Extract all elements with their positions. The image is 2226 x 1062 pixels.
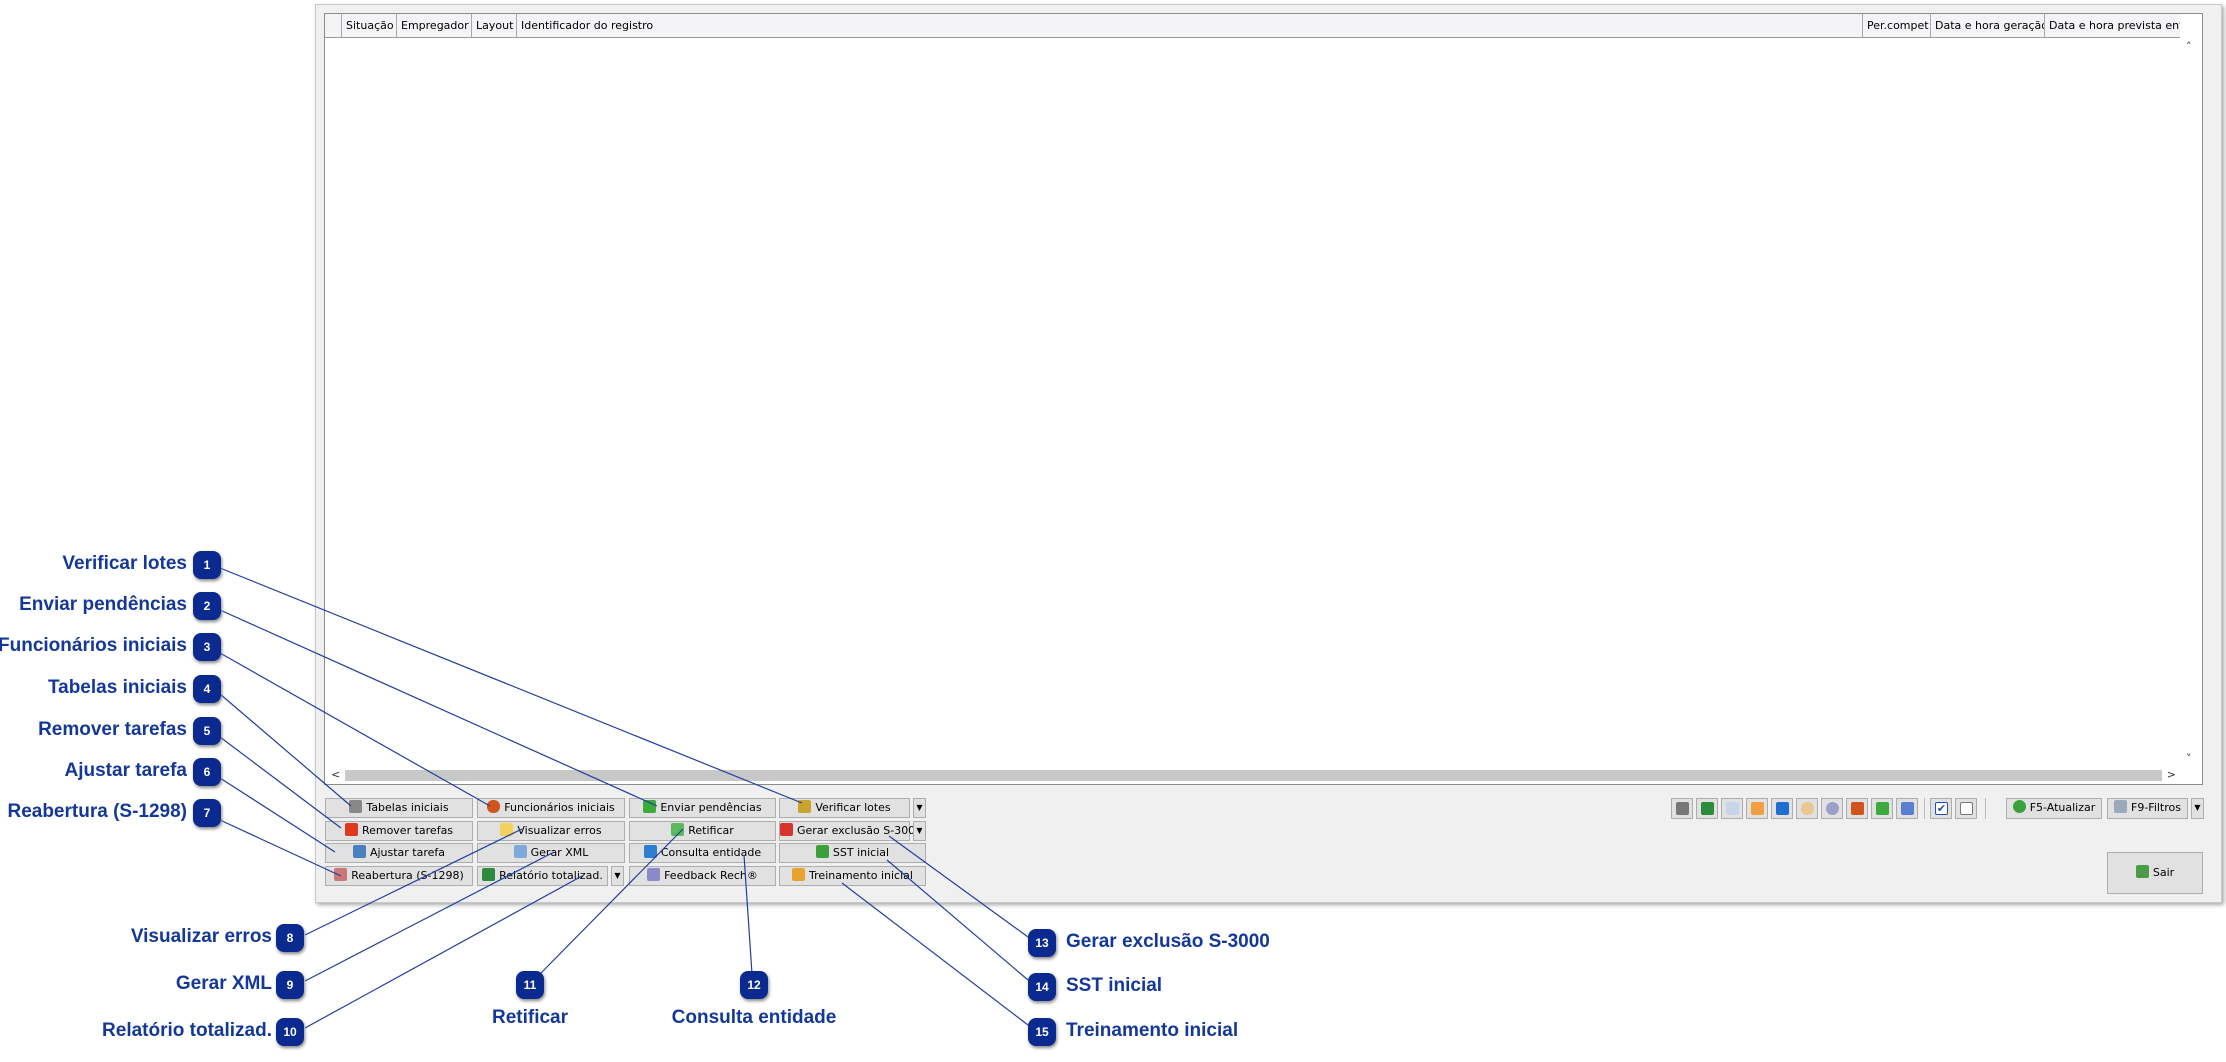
callout-label-5: Remover tarefas	[38, 719, 187, 740]
callout-badge-7: 7	[193, 799, 221, 827]
callout-label-3: Funcionários iniciais	[0, 635, 187, 656]
callout-label-4: Tabelas iniciais	[47, 677, 187, 698]
callout-label-8: Visualizar erros	[130, 926, 272, 947]
callout-label-15: Treinamento inicial	[1066, 1020, 1239, 1041]
callout-line-8	[304, 828, 523, 936]
callout-label-14: SST inicial	[1066, 975, 1163, 996]
callout-line-14	[886, 859, 1029, 981]
callout-badge-5: 5	[193, 717, 221, 745]
callout-badge-2: 2	[193, 592, 221, 620]
callout-line-6	[219, 777, 336, 853]
callout-badge-3: 3	[193, 633, 221, 661]
callout-badge-8: 8	[276, 924, 304, 952]
callout-badge-11: 11	[516, 971, 544, 999]
callout-line-10	[304, 875, 583, 1029]
callout-badge-9: 9	[276, 971, 304, 999]
callout-line-7	[219, 819, 342, 877]
callout-line-3	[219, 652, 491, 807]
callout-label-1: Verificar lotes	[62, 553, 187, 574]
callout-badge-10: 10	[276, 1018, 304, 1046]
callout-line-1	[219, 567, 803, 804]
callout-label-2: Enviar pendências	[19, 594, 187, 615]
callout-badge-1: 1	[193, 551, 221, 579]
callout-label-9: Gerar XML	[175, 973, 272, 994]
callout-label-6: Ajustar tarefa	[64, 760, 188, 781]
callout-badge-15: 15	[1028, 1018, 1056, 1046]
callout-line-12	[743, 854, 753, 975]
callout-line-4	[219, 693, 352, 807]
callout-lines	[219, 567, 1029, 1029]
callout-line-15	[841, 882, 1029, 1026]
callout-label-13: Gerar exclusão S-3000	[1066, 931, 1270, 952]
callout-badge-6: 6	[193, 758, 221, 786]
callout-badge-4: 4	[193, 675, 221, 703]
callout-label-11: Retificar	[491, 1007, 569, 1028]
callout-label-7: Reabertura (S-1298)	[7, 801, 187, 822]
callout-badge-13: 13	[1028, 929, 1056, 957]
callout-label-10: Relatório totalizad.	[102, 1020, 272, 1041]
callout-badge-14: 14	[1028, 973, 1056, 1001]
callout-line-13	[888, 835, 1029, 938]
callout-badge-12: 12	[740, 971, 768, 999]
callout-line-11	[539, 828, 684, 975]
callout-label-12: Consulta entidade	[671, 1007, 837, 1028]
